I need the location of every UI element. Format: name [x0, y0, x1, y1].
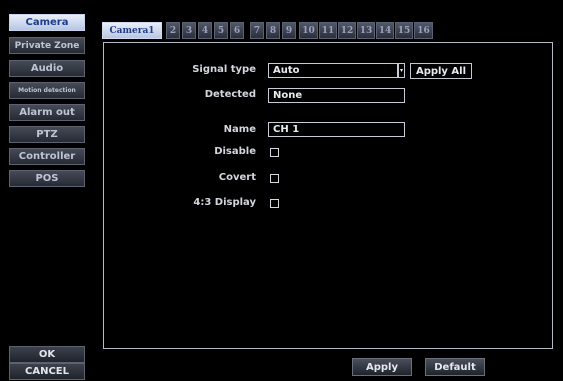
covert-checkbox[interactable]: [270, 174, 279, 183]
tab-9[interactable]: 9: [282, 22, 296, 39]
sidebar-item-audio[interactable]: Audio: [9, 60, 85, 77]
tab-15[interactable]: 15: [395, 22, 413, 39]
tab-4[interactable]: 4: [198, 22, 212, 39]
tab-6[interactable]: 6: [230, 22, 244, 39]
tab-8[interactable]: 8: [266, 22, 280, 39]
tab-13[interactable]: 13: [357, 22, 375, 39]
cancel-button[interactable]: CANCEL: [9, 363, 85, 380]
default-button[interactable]: Default: [425, 358, 485, 376]
apply-all-button[interactable]: Apply All: [410, 63, 472, 79]
signal-type-label: Signal type: [192, 64, 256, 75]
camera-settings-window: Camera Private Zone Audio Motion detecti…: [0, 0, 563, 381]
sidebar-item-ptz[interactable]: PTZ: [9, 126, 85, 143]
name-input[interactable]: CH 1: [268, 122, 405, 137]
name-label: Name: [223, 124, 256, 135]
apply-button[interactable]: Apply: [352, 358, 412, 376]
tab-16[interactable]: 16: [414, 22, 433, 39]
disable-checkbox[interactable]: [270, 148, 279, 157]
detected-label: Detected: [204, 89, 256, 100]
sidebar-item-motion-detection[interactable]: Motion detection: [9, 82, 85, 99]
tab-2[interactable]: 2: [166, 22, 180, 39]
sidebar-item-alarm-out[interactable]: Alarm out: [9, 104, 85, 121]
tab-12[interactable]: 12: [338, 22, 356, 39]
sidebar-item-camera[interactable]: Camera: [9, 14, 85, 31]
covert-label: Covert: [218, 172, 256, 183]
dropdown-arrow-icon[interactable]: ▾: [398, 63, 405, 78]
display-43-checkbox[interactable]: [270, 199, 279, 208]
detected-value: None: [268, 88, 405, 103]
tab-camera1[interactable]: Camera1: [102, 22, 162, 39]
tab-3[interactable]: 3: [182, 22, 196, 39]
tab-5[interactable]: 5: [214, 22, 228, 39]
ok-button[interactable]: OK: [9, 346, 85, 363]
tab-14[interactable]: 14: [376, 22, 394, 39]
tab-10[interactable]: 10: [299, 22, 318, 39]
signal-type-select[interactable]: Auto: [268, 63, 398, 78]
disable-label: Disable: [214, 146, 256, 157]
display-43-label: 4:3 Display: [193, 197, 256, 208]
tab-7[interactable]: 7: [250, 22, 264, 39]
sidebar-item-controller[interactable]: Controller: [9, 148, 85, 165]
tab-11[interactable]: 11: [319, 22, 337, 39]
sidebar-item-pos[interactable]: POS: [9, 170, 85, 187]
sidebar-item-private-zone[interactable]: Private Zone: [9, 37, 85, 54]
